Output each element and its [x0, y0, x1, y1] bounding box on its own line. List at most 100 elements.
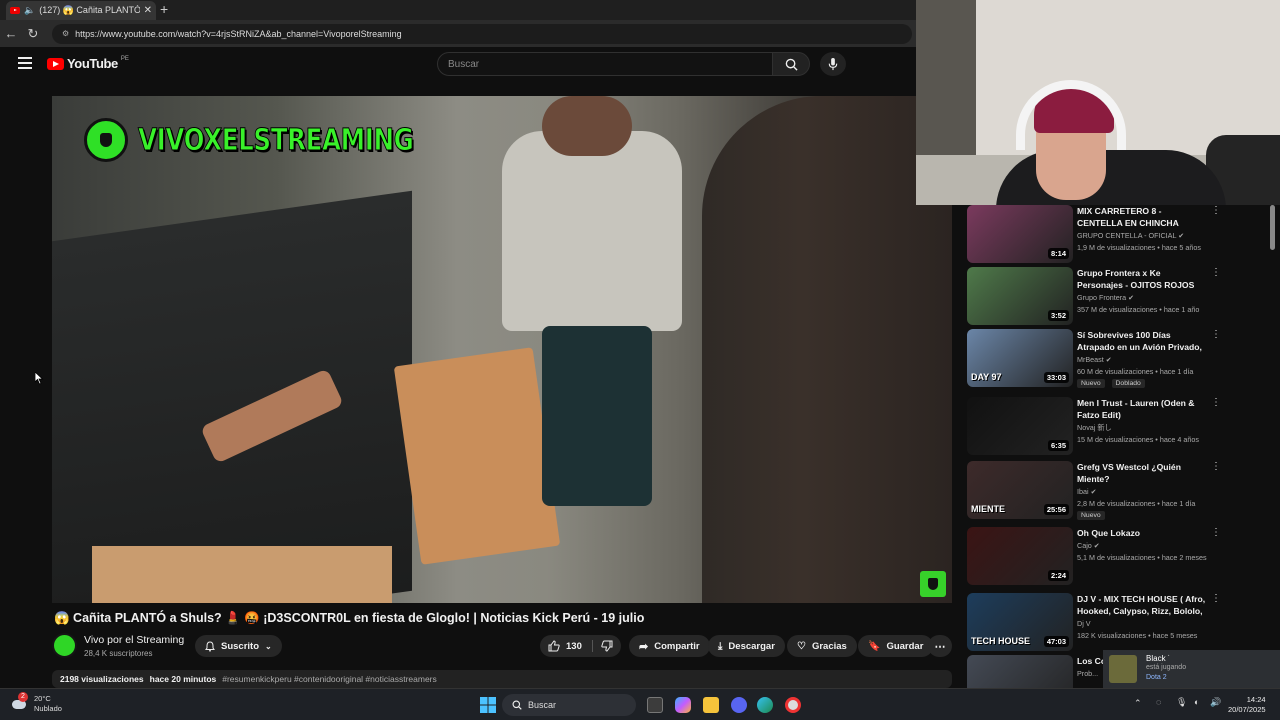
recommendation-item[interactable]: 2:24 Oh Que Lokazo ⋮ Cajo ✔ 5,1 M de visuali… — [967, 527, 1277, 587]
more-actions-button[interactable]: ⋯ — [928, 635, 952, 657]
save-button[interactable]: 🔖 Guardar — [858, 635, 934, 657]
more-vertical-icon[interactable]: ⋮ — [1211, 527, 1221, 538]
new-tab-button[interactable]: + — [160, 1, 168, 17]
recommendation-meta: 1,9 M de visualizaciones • hace 5 años — [1077, 243, 1201, 252]
sidebar-scrollbar[interactable] — [1270, 205, 1275, 250]
subscribed-button[interactable]: Suscrito ⌄ — [195, 635, 282, 657]
recommendation-item[interactable]: MIENTE 25:56 Grefg VS Westcol ¿Quién Mient… — [967, 461, 1277, 521]
site-info-icon[interactable]: ⚙ — [62, 29, 69, 38]
thanks-label: Gracias — [811, 640, 847, 652]
copilot-icon[interactable] — [675, 697, 691, 713]
watermark-text: VIVOXELSTREAMING — [138, 122, 415, 158]
more-vertical-icon[interactable]: ⋮ — [1211, 267, 1221, 278]
person-pants-shape — [542, 326, 652, 506]
share-arrow-icon: ➦ — [639, 640, 649, 653]
recommendation-item[interactable]: TECH HOUSE 47:03 DJ V - MIX TECH HOUSE ( A… — [967, 593, 1277, 653]
thumbnail-overlay-text: TECH HOUSE — [971, 636, 1031, 646]
chrome-browser-icon[interactable] — [785, 697, 801, 713]
youtube-logo[interactable]: YouTube PE — [47, 56, 129, 71]
clock-date: 20/07/2025 — [1228, 705, 1266, 714]
recommendation-item[interactable]: DAY 97 33:03 Sí Sobrevives 100 Días Atrapa… — [967, 329, 1277, 389]
more-vertical-icon[interactable]: ⋮ — [1211, 397, 1221, 408]
speaker-icon[interactable]: 🔈 — [24, 5, 35, 16]
video-thumbnail[interactable] — [967, 655, 1073, 688]
download-button[interactable]: ⤓ Descargar — [708, 635, 785, 657]
recommendation-channel[interactable]: Grupo Frontera ✔ — [1077, 293, 1134, 302]
recommendation-channel[interactable]: Novaj 新し — [1077, 423, 1112, 433]
grill-shape — [52, 190, 412, 603]
recommendation-title[interactable]: Sí Sobrevives 100 Días Atrapado en un Av… — [1077, 329, 1207, 353]
video-thumbnail[interactable]: 6:35 — [967, 397, 1073, 455]
tab-close-icon[interactable]: ✕ — [144, 5, 152, 16]
recommendation-channel[interactable]: Dj V — [1077, 619, 1091, 628]
more-vertical-icon[interactable]: ⋮ — [1211, 461, 1221, 472]
more-vertical-icon[interactable]: ⋮ — [1211, 329, 1221, 340]
reload-icon[interactable]: ↻ — [22, 26, 44, 42]
video-player[interactable]: VIVOXELSTREAMING — [52, 96, 952, 603]
recommendation-title[interactable]: Grefg VS Westcol ¿Quién Miente? — [1077, 461, 1207, 485]
streamer-body-shape — [996, 150, 1226, 205]
edge-browser-icon[interactable] — [757, 697, 773, 713]
recommendation-title[interactable]: Grupo Frontera x Ke Personajes - OJITOS … — [1077, 267, 1207, 291]
channel-label: Prob... — [1077, 669, 1099, 678]
channel-branding-icon[interactable] — [920, 571, 946, 597]
video-thumbnail[interactable]: 3:52 — [967, 267, 1073, 325]
weather-widget[interactable]: 2 20°C Nublado — [12, 692, 62, 714]
recommendation-channel[interactable]: Ibai ✔ — [1077, 487, 1096, 496]
channel-label: Dj V — [1077, 619, 1091, 628]
like-button[interactable]: 130 — [548, 640, 593, 652]
video-thumbnail[interactable]: 2:24 — [967, 527, 1073, 585]
search-input[interactable]: Buscar — [437, 52, 773, 76]
recommendation-title[interactable]: DJ V - MIX TECH HOUSE ( Afro, Hooked, Ca… — [1077, 593, 1207, 617]
recommendation-title[interactable]: Oh Que Lokazo — [1077, 527, 1207, 539]
microphone-icon — [828, 57, 838, 70]
recommendation-item[interactable]: 8:14 MIX CARRETERO 8 - CENTELLA EN CHINCH… — [967, 205, 1277, 265]
discord-activity-popup[interactable]: Black ˙ está jugando Dota 2 — [1103, 650, 1280, 688]
dislike-button[interactable] — [593, 640, 613, 652]
tray-mic-icon[interactable]: 🎙 — [1176, 697, 1187, 708]
temperature: 20°C — [34, 694, 51, 703]
webcam-overlay — [916, 0, 1280, 205]
recommendation-title[interactable]: MIX CARRETERO 8 - CENTELLA EN CHINCHA — [1077, 205, 1207, 229]
windows-start-icon[interactable] — [480, 697, 496, 713]
recommendation-channel[interactable]: Prob... — [1077, 669, 1098, 678]
recommendation-title[interactable]: Men I Trust - Lauren (Oden & Fatzo Edit) — [1077, 397, 1207, 421]
file-explorer-icon[interactable] — [703, 697, 719, 713]
more-vertical-icon[interactable]: ⋮ — [1211, 205, 1221, 216]
address-bar-row: ← ↻ ⚙ https://www.youtube.com/watch?v=4r… — [0, 20, 916, 47]
discord-icon[interactable] — [731, 697, 747, 713]
url-field[interactable]: ⚙ https://www.youtube.com/watch?v=4rjsSt… — [52, 23, 912, 44]
hamburger-menu-icon[interactable] — [18, 57, 32, 69]
video-thumbnail[interactable]: 8:14 — [967, 205, 1073, 263]
watermark-logo-icon — [84, 118, 128, 162]
share-button[interactable]: ➦ Compartir — [629, 635, 710, 657]
logo-text: YouTube — [67, 56, 118, 71]
video-thumbnail[interactable]: TECH HOUSE 47:03 — [967, 593, 1073, 651]
recommendation-item[interactable]: 3:52 Grupo Frontera x Ke Personajes - OJI… — [967, 267, 1277, 327]
recommendation-channel[interactable]: Cajo ✔ — [1077, 541, 1100, 550]
more-vertical-icon[interactable]: ⋮ — [1211, 593, 1221, 604]
verified-check-icon: ✔ — [1093, 543, 1100, 550]
back-arrow-icon[interactable]: ← — [0, 26, 22, 41]
video-thumbnail[interactable]: DAY 97 33:03 — [967, 329, 1073, 387]
description-box[interactable]: 2198 visualizaciones hace 20 minutos #re… — [52, 670, 952, 688]
search-button[interactable] — [772, 52, 810, 76]
recommendation-channel[interactable]: GRUPO CENTELLA - OFICIAL ✔ — [1077, 231, 1184, 240]
recommendation-item[interactable]: 6:35 Men I Trust - Lauren (Oden & Fatzo E… — [967, 397, 1277, 457]
task-view-icon[interactable] — [647, 697, 663, 713]
video-thumbnail[interactable]: MIENTE 25:56 — [967, 461, 1073, 519]
hashtags[interactable]: #resumenkickperu #contenidooriginal #not… — [222, 674, 437, 684]
tray-app-icon[interactable]: ◌ — [1156, 697, 1161, 707]
voice-search-button[interactable] — [820, 52, 846, 76]
tray-chevron-up-icon[interactable]: ⌃ — [1134, 698, 1142, 709]
channel-avatar[interactable] — [52, 633, 77, 658]
recommendation-meta: 182 K visualizaciones • hace 5 meses — [1077, 631, 1198, 640]
channel-name[interactable]: Vivo por el Streaming — [84, 634, 184, 646]
volume-icon[interactable]: 🔊 — [1210, 697, 1221, 708]
recommendation-channel[interactable]: MrBeast ✔ — [1077, 355, 1112, 364]
network-icon[interactable]: ◐ — [1194, 697, 1199, 707]
taskbar-clock[interactable]: 14:24 20/07/2025 — [1228, 695, 1266, 715]
browser-tab[interactable]: 🔈 (127) 😱 Cañita PLANTÓ a S ✕ — [6, 1, 156, 20]
thanks-button[interactable]: ♡ Gracias — [787, 635, 857, 657]
taskbar-search[interactable]: Buscar — [502, 694, 636, 716]
